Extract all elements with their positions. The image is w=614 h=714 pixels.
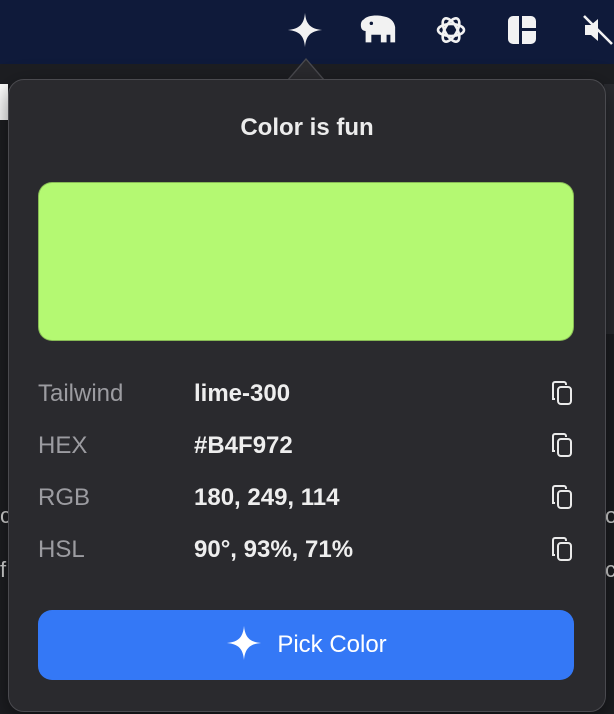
row-label: HSL bbox=[38, 536, 85, 563]
mute-icon[interactable] bbox=[578, 10, 614, 50]
color-picker-popover: Color is fun Tailwind lime-300 HEX #B4F9… bbox=[8, 79, 606, 712]
row-label: RGB bbox=[38, 484, 91, 511]
background-window bbox=[0, 84, 8, 120]
sparkle-icon[interactable] bbox=[285, 10, 325, 50]
copy-icon[interactable] bbox=[549, 534, 575, 564]
info-row-hsl: HSL 90°, 93%, 71% bbox=[38, 530, 575, 570]
menu-bar bbox=[0, 0, 614, 64]
info-row-hex: HEX #B4F972 bbox=[38, 426, 575, 466]
info-row-tailwind: Tailwind lime-300 bbox=[38, 374, 575, 414]
row-value: 180, 249, 114 bbox=[194, 484, 340, 511]
pick-color-label: Pick Color bbox=[277, 631, 387, 658]
copy-icon[interactable] bbox=[549, 430, 575, 460]
background-text: f bbox=[0, 557, 7, 582]
popover-arrow-fill bbox=[288, 60, 324, 81]
row-value: #B4F972 bbox=[194, 432, 293, 459]
color-swatch bbox=[38, 182, 574, 341]
background-text: c bbox=[605, 557, 614, 582]
copy-icon[interactable] bbox=[549, 482, 575, 512]
pick-color-button[interactable]: Pick Color bbox=[38, 610, 574, 680]
background-text: o bbox=[605, 503, 614, 528]
row-value: lime-300 bbox=[194, 380, 291, 407]
layout-grid-icon[interactable] bbox=[502, 10, 542, 50]
info-row-rgb: RGB 180, 249, 114 bbox=[38, 478, 575, 518]
sparkle-icon bbox=[225, 624, 263, 667]
row-value: 90°, 93%, 71% bbox=[194, 536, 354, 563]
copy-icon[interactable] bbox=[549, 378, 575, 408]
row-label: Tailwind bbox=[38, 380, 124, 407]
popover-title: Color is fun bbox=[240, 114, 374, 141]
row-label: HEX bbox=[38, 432, 88, 459]
openai-icon[interactable] bbox=[431, 10, 471, 50]
elephant-icon[interactable] bbox=[358, 10, 398, 50]
